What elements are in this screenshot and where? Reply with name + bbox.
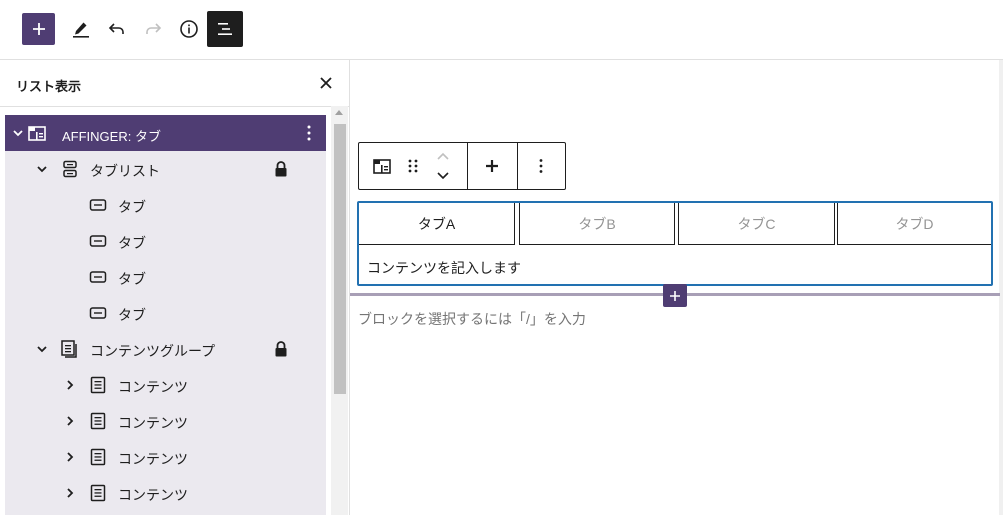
undo-icon bbox=[108, 23, 124, 34]
info-icon bbox=[180, 20, 198, 38]
plus-icon bbox=[486, 160, 498, 172]
tree-item-label: タブ bbox=[118, 271, 146, 287]
plus-icon bbox=[32, 23, 45, 35]
plus-icon bbox=[670, 290, 680, 301]
block-options-button[interactable] bbox=[533, 155, 549, 177]
more-vertical-icon[interactable] bbox=[301, 123, 317, 143]
tree-item-label: タブリスト bbox=[90, 163, 160, 179]
chevron-right-icon[interactable] bbox=[63, 450, 77, 464]
move-up-button[interactable] bbox=[433, 149, 453, 165]
tree-item-tab[interactable]: タブ bbox=[5, 223, 326, 259]
toolbar-divider bbox=[467, 143, 468, 189]
content-icon bbox=[90, 448, 106, 466]
lock-icon bbox=[275, 341, 287, 357]
list-view-panel: リスト表示 AFFINGER: タブ タブリスト タブ タブ タブ タブ コンテ… bbox=[0, 60, 350, 515]
chevron-down-icon[interactable] bbox=[35, 162, 49, 176]
chevron-down-icon[interactable] bbox=[35, 342, 49, 356]
tab-d[interactable]: タブD bbox=[837, 203, 991, 245]
tree-item-label: タブ bbox=[118, 235, 146, 251]
tools-button[interactable] bbox=[63, 11, 99, 47]
panel-header: リスト表示 bbox=[0, 60, 349, 107]
close-panel-button[interactable] bbox=[316, 73, 336, 93]
insert-block-button[interactable] bbox=[663, 284, 687, 307]
tabs-block-icon bbox=[373, 159, 391, 174]
tree-item-label: コンテンツ bbox=[118, 379, 188, 395]
scroll-up-arrow-icon[interactable] bbox=[335, 110, 343, 115]
block-type-button[interactable] bbox=[371, 156, 393, 176]
tree-item-affinger-tabs[interactable]: AFFINGER: タブ bbox=[5, 115, 326, 151]
scrollbar-thumb[interactable] bbox=[334, 124, 346, 394]
tree-item-content[interactable]: コンテンツ bbox=[5, 403, 326, 439]
tabs-block-icon bbox=[28, 126, 46, 141]
add-block-button[interactable] bbox=[22, 13, 55, 45]
pencil-icon bbox=[73, 22, 89, 38]
redo-button[interactable] bbox=[135, 11, 171, 47]
redo-icon bbox=[146, 23, 162, 34]
drag-handle[interactable] bbox=[403, 156, 423, 176]
tree-item-label: タブ bbox=[118, 199, 146, 215]
tab-item-icon bbox=[89, 307, 107, 319]
tab-c[interactable]: タブC bbox=[678, 203, 835, 245]
content-icon bbox=[90, 412, 106, 430]
tab-b[interactable]: タブB bbox=[519, 203, 675, 245]
tab-a[interactable]: タブA bbox=[359, 203, 515, 245]
move-down-button[interactable] bbox=[433, 167, 453, 183]
tabs-block[interactable]: タブA タブB タブC タブD コンテンツを記入します bbox=[357, 201, 993, 286]
close-icon bbox=[320, 77, 332, 89]
tree-item-tab[interactable]: タブ bbox=[5, 187, 326, 223]
lock-icon bbox=[275, 161, 287, 177]
tab-content-text[interactable]: コンテンツを記入します bbox=[367, 258, 521, 278]
tree-item-label: コンテンツ bbox=[118, 415, 188, 431]
add-inner-block-button[interactable] bbox=[480, 155, 504, 177]
content-group-icon bbox=[61, 340, 77, 358]
block-toolbar bbox=[358, 142, 566, 190]
block-placeholder[interactable]: ブロックを選択するには「/」を入力 bbox=[358, 309, 586, 329]
chevron-down-icon bbox=[437, 172, 449, 180]
canvas-scroll-edge bbox=[999, 60, 1003, 515]
tree-item-label: AFFINGER: タブ bbox=[62, 129, 161, 144]
tree-item-tab[interactable]: タブ bbox=[5, 259, 326, 295]
details-button[interactable] bbox=[171, 11, 207, 47]
block-tree: AFFINGER: タブ タブリスト タブ タブ タブ タブ コンテンツグループ… bbox=[5, 115, 326, 515]
tree-item-tab[interactable]: タブ bbox=[5, 295, 326, 331]
chevron-right-icon[interactable] bbox=[63, 378, 77, 392]
list-view-button[interactable] bbox=[207, 11, 243, 47]
tree-item-content-group[interactable]: コンテンツグループ bbox=[5, 331, 326, 367]
panel-title: リスト表示 bbox=[16, 79, 82, 94]
tree-item-label: コンテンツ bbox=[118, 451, 188, 467]
chevron-down-icon[interactable] bbox=[11, 126, 25, 140]
tree-item-content[interactable]: コンテンツ bbox=[5, 475, 326, 511]
tab-list-icon bbox=[63, 160, 77, 178]
undo-button[interactable] bbox=[99, 11, 135, 47]
tree-item-content[interactable]: コンテンツ bbox=[5, 439, 326, 475]
chevron-up-icon bbox=[437, 152, 449, 160]
chevron-right-icon[interactable] bbox=[63, 414, 77, 428]
tab-item-icon bbox=[89, 199, 107, 211]
content-icon bbox=[90, 376, 106, 394]
chevron-right-icon[interactable] bbox=[63, 486, 77, 500]
drag-handle-icon bbox=[408, 159, 418, 173]
tree-item-tab-list[interactable]: タブリスト bbox=[5, 151, 326, 187]
more-vertical-icon bbox=[539, 159, 543, 173]
toolbar-divider bbox=[517, 143, 518, 189]
tab-item-icon bbox=[89, 271, 107, 283]
tree-item-label: コンテンツグループ bbox=[90, 343, 216, 359]
list-view-icon bbox=[218, 23, 232, 35]
top-toolbar bbox=[0, 0, 1003, 60]
tree-item-label: コンテンツ bbox=[118, 487, 188, 503]
tree-item-label: タブ bbox=[118, 307, 146, 323]
tree-item-content[interactable]: コンテンツ bbox=[5, 367, 326, 403]
tab-item-icon bbox=[89, 235, 107, 247]
content-icon bbox=[90, 484, 106, 502]
